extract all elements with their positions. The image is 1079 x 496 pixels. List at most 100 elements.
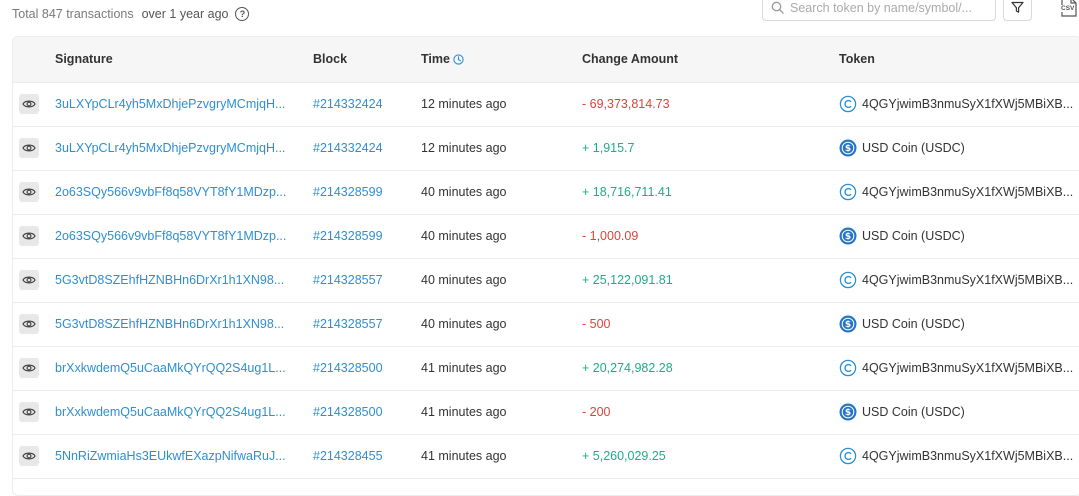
table-row: 5NnRiZwmiaHs3EUkwfEXazpNifwaRuJ... #2143… <box>13 435 1079 479</box>
signature-link[interactable]: 2o63SQy566v9vbFf8q58VYT8fY1MDzp... <box>55 185 286 199</box>
token-cell[interactable]: 4QGYjwimB3nmuSyX1fXWj5MBiXB... <box>839 95 1073 113</box>
time-value: 40 minutes ago <box>421 317 507 331</box>
block-link[interactable]: #214332424 <box>313 97 383 111</box>
c-circle-icon <box>839 359 857 377</box>
header-token: Token <box>839 52 875 66</box>
eye-icon <box>22 452 36 460</box>
eye-icon <box>22 232 36 240</box>
token-name: 4QGYjwimB3nmuSyX1fXWj5MBiXB... <box>862 449 1074 463</box>
change-amount: + 1,915.7 <box>582 141 635 155</box>
clock-icon[interactable] <box>453 53 464 65</box>
view-details-button[interactable] <box>19 402 39 422</box>
toolbar: Total 847 transactions over 1 year ago ?… <box>0 0 1079 30</box>
change-amount: + 20,274,982.28 <box>582 361 673 375</box>
change-amount: - 200 <box>582 405 611 419</box>
token-name: 4QGYjwimB3nmuSyX1fXWj5MBiXB... <box>862 361 1074 375</box>
table-row: brXxkwdemQ5uCaaMkQYrQQ2S4ug1L... #214328… <box>13 391 1079 435</box>
token-cell[interactable]: 4QGYjwimB3nmuSyX1fXWj5MBiXB... <box>839 271 1073 289</box>
usdc-icon: $ <box>839 227 857 245</box>
search-box[interactable] <box>762 0 996 21</box>
csv-label: CSV <box>1060 5 1076 12</box>
eye-icon <box>22 188 36 196</box>
svg-text:$: $ <box>845 320 851 330</box>
signature-link[interactable]: brXxkwdemQ5uCaaMkQYrQQ2S4ug1L... <box>55 405 286 419</box>
signature-link[interactable]: 5G3vtD8SZEhfHZNBHn6DrXr1h1XN98... <box>55 273 284 287</box>
header-time[interactable]: Time <box>421 52 464 66</box>
view-details-button[interactable] <box>19 358 39 378</box>
header-change-amount: Change Amount <box>582 52 679 66</box>
table-row: 2o63SQy566v9vbFf8q58VYT8fY1MDzp... #2143… <box>13 215 1079 259</box>
block-link[interactable]: #214328455 <box>313 449 383 463</box>
view-details-button[interactable] <box>19 138 39 158</box>
token-name: 4QGYjwimB3nmuSyX1fXWj5MBiXB... <box>862 97 1074 111</box>
search-icon <box>771 1 784 14</box>
time-value: 12 minutes ago <box>421 97 507 111</box>
token-cell[interactable]: $ USD Coin (USDC) <box>839 227 965 245</box>
eye-icon <box>22 144 36 152</box>
header-block: Block <box>313 52 348 66</box>
transaction-summary: Total 847 transactions over 1 year ago ? <box>12 7 250 21</box>
view-details-button[interactable] <box>19 270 39 290</box>
block-link[interactable]: #214328500 <box>313 405 383 419</box>
filter-button[interactable] <box>1003 0 1032 21</box>
time-value: 41 minutes ago <box>421 449 507 463</box>
block-link[interactable]: #214332424 <box>313 141 383 155</box>
table-header: Signature Block Time Change Amount Token <box>13 37 1079 83</box>
export-csv-button[interactable]: CSV <box>1058 0 1079 18</box>
table-body: 3uLXYpCLr4yh5MxDhjePzvgryMCmjqH... #2143… <box>13 83 1079 479</box>
time-value: 40 minutes ago <box>421 185 507 199</box>
token-name: USD Coin (USDC) <box>862 141 965 155</box>
eye-icon <box>22 276 36 284</box>
view-details-button[interactable] <box>19 226 39 246</box>
view-details-button[interactable] <box>19 94 39 114</box>
signature-link[interactable]: brXxkwdemQ5uCaaMkQYrQQ2S4ug1L... <box>55 361 286 375</box>
token-cell[interactable]: 4QGYjwimB3nmuSyX1fXWj5MBiXB... <box>839 183 1073 201</box>
signature-link[interactable]: 3uLXYpCLr4yh5MxDhjePzvgryMCmjqH... <box>55 97 285 111</box>
time-value: 40 minutes ago <box>421 229 507 243</box>
svg-text:$: $ <box>845 232 851 242</box>
block-link[interactable]: #214328599 <box>313 185 383 199</box>
view-details-button[interactable] <box>19 182 39 202</box>
question-icon[interactable]: ? <box>235 7 250 21</box>
time-value: 40 minutes ago <box>421 273 507 287</box>
table-row: 3uLXYpCLr4yh5MxDhjePzvgryMCmjqH... #2143… <box>13 83 1079 127</box>
signature-link[interactable]: 2o63SQy566v9vbFf8q58VYT8fY1MDzp... <box>55 229 286 243</box>
change-amount: + 5,260,029.25 <box>582 449 666 463</box>
view-details-button[interactable] <box>19 314 39 334</box>
signature-link[interactable]: 3uLXYpCLr4yh5MxDhjePzvgryMCmjqH... <box>55 141 285 155</box>
table-row: 5G3vtD8SZEhfHZNBHn6DrXr1h1XN98... #21432… <box>13 259 1079 303</box>
table-row: 5G3vtD8SZEhfHZNBHn6DrXr1h1XN98... #21432… <box>13 303 1079 347</box>
eye-icon <box>22 100 36 108</box>
transactions-table: Signature Block Time Change Amount Token… <box>12 36 1079 496</box>
time-value: 41 minutes ago <box>421 361 507 375</box>
change-amount: - 1,000.09 <box>582 229 639 243</box>
token-cell[interactable]: 4QGYjwimB3nmuSyX1fXWj5MBiXB... <box>839 447 1073 465</box>
header-signature: Signature <box>55 52 113 66</box>
c-circle-icon <box>839 271 857 289</box>
signature-link[interactable]: 5G3vtD8SZEhfHZNBHn6DrXr1h1XN98... <box>55 317 284 331</box>
c-circle-icon <box>839 447 857 465</box>
block-link[interactable]: #214328500 <box>313 361 383 375</box>
change-amount: - 500 <box>582 317 611 331</box>
c-circle-icon <box>839 183 857 201</box>
signature-link[interactable]: 5NnRiZwmiaHs3EUkwfEXazpNifwaRuJ... <box>55 449 286 463</box>
change-amount: + 25,122,091.81 <box>582 273 673 287</box>
token-cell[interactable]: $ USD Coin (USDC) <box>839 139 965 157</box>
block-link[interactable]: #214328557 <box>313 273 383 287</box>
view-details-button[interactable] <box>19 446 39 466</box>
token-cell[interactable]: 4QGYjwimB3nmuSyX1fXWj5MBiXB... <box>839 359 1073 377</box>
token-cell[interactable]: $ USD Coin (USDC) <box>839 315 965 333</box>
token-cell[interactable]: $ USD Coin (USDC) <box>839 403 965 421</box>
eye-icon <box>22 320 36 328</box>
table-row: brXxkwdemQ5uCaaMkQYrQQ2S4ug1L... #214328… <box>13 347 1079 391</box>
token-name: 4QGYjwimB3nmuSyX1fXWj5MBiXB... <box>862 273 1074 287</box>
svg-text:$: $ <box>845 144 851 154</box>
table-row: 2o63SQy566v9vbFf8q58VYT8fY1MDzp... #2143… <box>13 171 1079 215</box>
search-input[interactable] <box>790 0 980 15</box>
eye-icon <box>22 364 36 372</box>
block-link[interactable]: #214328557 <box>313 317 383 331</box>
block-link[interactable]: #214328599 <box>313 229 383 243</box>
token-name: USD Coin (USDC) <box>862 229 965 243</box>
table-row: 3uLXYpCLr4yh5MxDhjePzvgryMCmjqH... #2143… <box>13 127 1079 171</box>
change-amount: - 69,373,814.73 <box>582 97 670 111</box>
